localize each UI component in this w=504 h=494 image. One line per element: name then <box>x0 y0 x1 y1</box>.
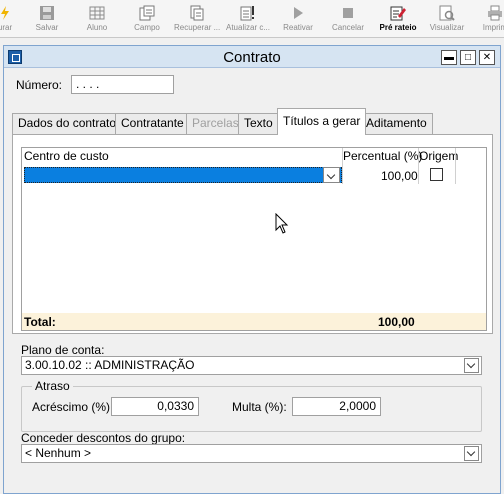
imprimir-button-label: Imprim <box>482 23 504 32</box>
atualizar-button-label: Atualizar c... <box>225 23 270 32</box>
cancelar-button[interactable]: Cancelar <box>328 2 368 36</box>
descontos-select[interactable]: < Nenhum > <box>21 444 482 463</box>
campo-button-label: Campo <box>134 23 160 32</box>
atualizar-button[interactable]: Atualizar c... <box>225 2 271 36</box>
header-percentual: Percentual (%) <box>343 149 423 163</box>
maximize-button[interactable]: □ <box>460 50 476 65</box>
percentual-cell[interactable]: 100,00 <box>381 169 418 183</box>
tab-parcelas[interactable]: Parcelas <box>186 113 245 134</box>
campo-button[interactable]: Campo <box>130 2 164 36</box>
recuperar-button-label: Recuperar ... <box>174 23 220 32</box>
contrato-window: Contrato ▬ □ ✕ Número: . . . . Dados do … <box>3 45 501 494</box>
toolbar: urar Salvar Aluno Campo Recuperar ... At… <box>0 0 504 38</box>
save-button[interactable]: Salvar <box>32 2 62 36</box>
visualizar-button-label: Visualizar <box>429 23 465 32</box>
tab-aditamento[interactable]: Aditamento <box>360 113 433 134</box>
print-icon <box>488 5 502 21</box>
visualizar-button[interactable]: Visualizar <box>426 2 468 36</box>
header-centro-de-custo: Centro de custo <box>24 149 109 163</box>
header-origem: Origem <box>419 149 459 163</box>
descontos-label: Conceder descontos do grupo: <box>21 431 186 445</box>
column-divider <box>418 148 419 184</box>
titulos-tab-panel: Centro de custo Percentual (%) Origem 10… <box>12 134 493 334</box>
chevron-down-icon[interactable] <box>464 446 479 461</box>
centro-custo-grid: Centro de custo Percentual (%) Origem 10… <box>21 147 487 331</box>
column-divider <box>342 148 343 184</box>
atraso-title: Atraso <box>32 379 73 393</box>
atraso-group: Atraso Acréscimo (%): 0,0330 Multa (%): … <box>21 379 482 432</box>
centro-de-custo-cell[interactable] <box>24 167 342 183</box>
plano-de-conta-label: Plano de conta: <box>21 343 105 357</box>
close-button[interactable]: ✕ <box>479 50 495 65</box>
edit-icon <box>390 6 406 21</box>
tab-titulos-a-gerar[interactable]: Títulos a gerar <box>277 108 367 135</box>
lightning-icon <box>1 6 9 20</box>
save-icon <box>40 6 54 20</box>
chevron-down-icon[interactable] <box>464 358 479 373</box>
numero-label: Número: <box>16 78 63 92</box>
column-divider <box>455 148 456 184</box>
acrescimo-input[interactable]: 0,0330 <box>111 397 199 416</box>
minimize-button[interactable]: ▬ <box>441 50 457 65</box>
plano-de-conta-value: 3.00.10.02 :: ADMINISTRAÇÃO <box>25 358 195 372</box>
reativar-button[interactable]: Reativar <box>280 2 316 36</box>
recover-icon <box>190 5 204 21</box>
tab-contratante[interactable]: Contratante <box>115 113 190 134</box>
tab-dados-do-contrato[interactable]: Dados do contrato <box>12 113 123 134</box>
multa-label: Multa (%): <box>232 400 287 414</box>
toolbar-button-label: urar <box>0 23 13 32</box>
total-value: 100,00 <box>378 315 415 329</box>
aluno-button-label: Aluno <box>86 23 108 32</box>
mouse-cursor-icon <box>275 213 289 234</box>
play-icon <box>294 7 303 19</box>
multa-input[interactable]: 2,0000 <box>292 397 381 416</box>
descontos-value: < Nenhum > <box>25 446 92 460</box>
aluno-button[interactable]: Aluno <box>82 2 112 36</box>
reativar-button-label: Reativar <box>283 23 313 32</box>
cancelar-button-label: Cancelar <box>331 23 364 32</box>
grid-footer: Total: 100,00 <box>22 313 486 330</box>
centro-de-custo-dropdown-button[interactable] <box>323 167 340 183</box>
recuperar-button[interactable]: Recuperar ... <box>174 2 220 36</box>
window-title: Contrato <box>223 49 281 66</box>
save-button-label: Salvar <box>35 23 59 32</box>
numero-input[interactable]: . . . . <box>71 75 174 94</box>
plano-de-conta-select[interactable]: 3.00.10.02 :: ADMINISTRAÇÃO <box>21 356 482 375</box>
origem-checkbox[interactable] <box>430 168 443 181</box>
fields-icon <box>139 5 155 21</box>
total-label: Total: <box>24 315 56 329</box>
pre-rateio-button-label: Pré rateio <box>379 23 417 32</box>
toolbar-button-0[interactable]: urar <box>0 2 18 36</box>
window-titlebar: Contrato ▬ □ ✕ <box>4 46 500 68</box>
grid-header: Centro de custo Percentual (%) Origem <box>22 148 486 164</box>
grid-icon <box>89 6 105 20</box>
pre-rateio-button[interactable]: Pré rateio <box>376 2 420 36</box>
tab-texto[interactable]: Texto <box>238 113 279 134</box>
acrescimo-label: Acréscimo (%): <box>32 400 114 414</box>
stop-icon <box>343 8 353 18</box>
update-icon <box>240 6 254 21</box>
imprimir-button[interactable]: Imprim <box>480 2 504 36</box>
preview-icon <box>439 5 455 21</box>
